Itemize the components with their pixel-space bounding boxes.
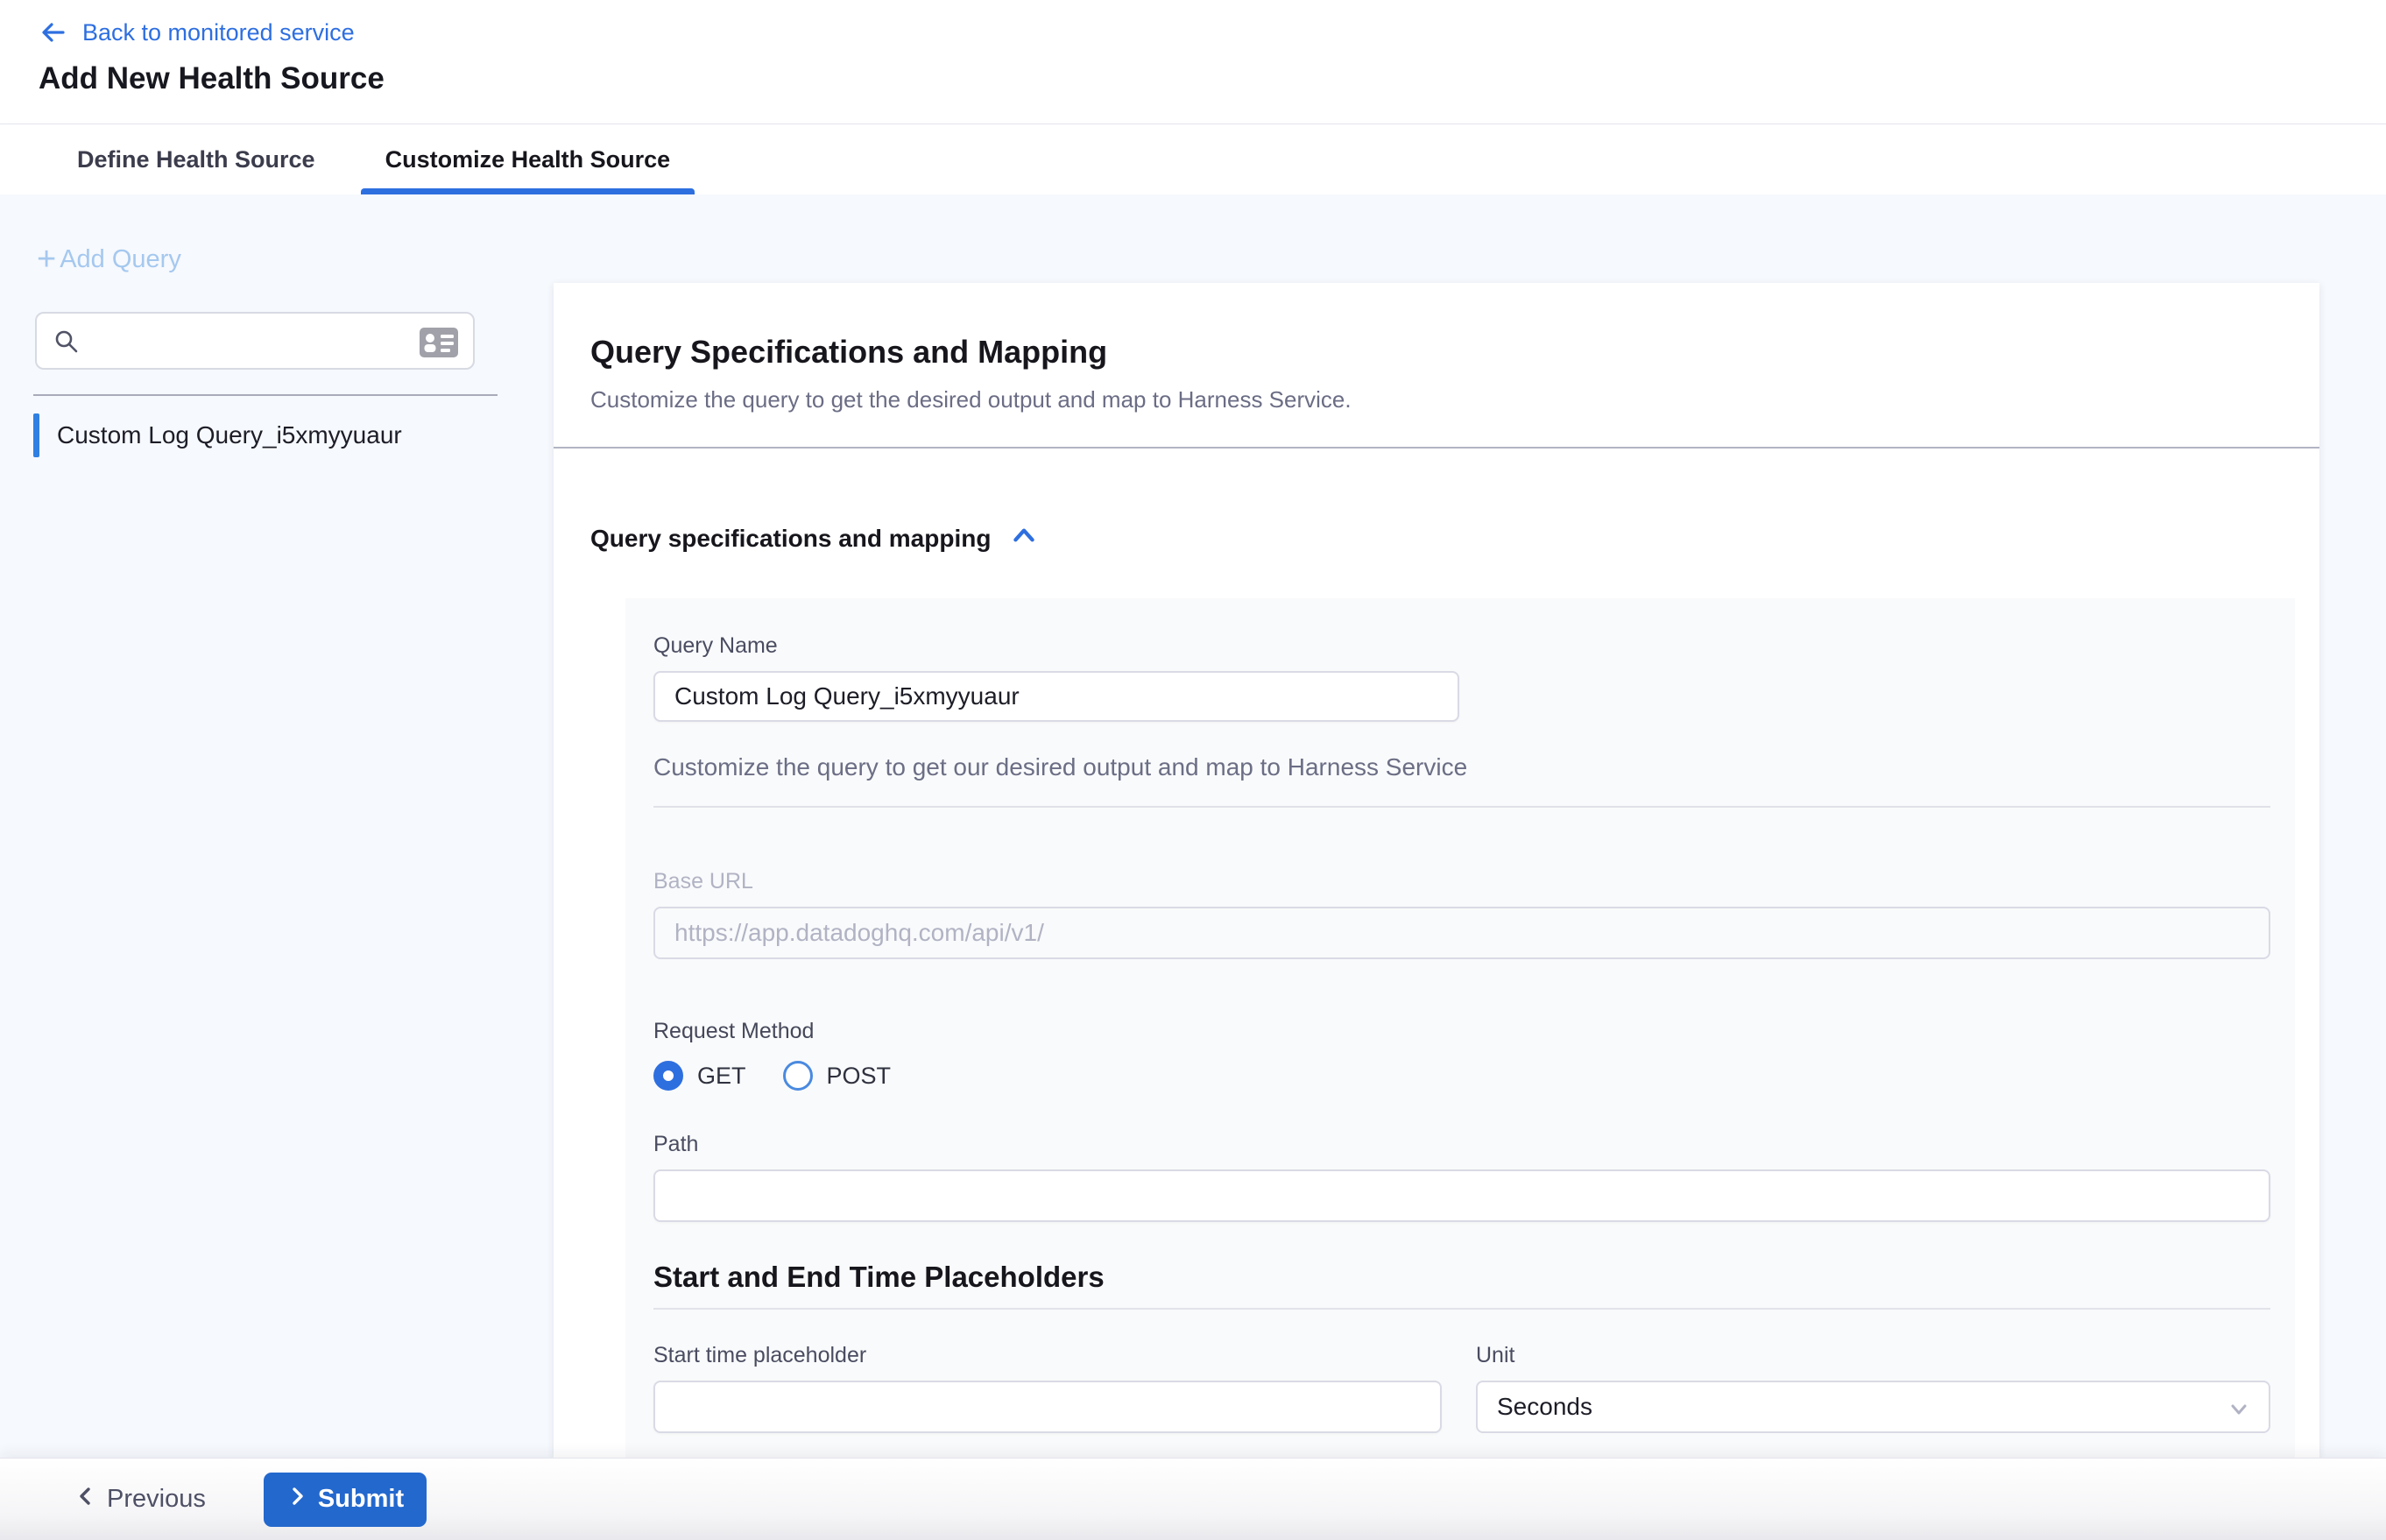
tab-label: Define Health Source [77, 146, 315, 173]
unit-field: Unit Seconds [1476, 1343, 2270, 1433]
path-input[interactable] [653, 1169, 2270, 1222]
back-link-label: Back to monitored service [82, 19, 355, 46]
collapse-section-button[interactable] [1010, 522, 1038, 555]
query-search-box [35, 312, 475, 370]
wizard-tabbar: Define Health Source Customize Health So… [0, 124, 2386, 194]
start-time-label: Start time placeholder [653, 1343, 1442, 1368]
chevron-down-icon [2227, 1397, 2251, 1428]
query-name-label: Query Name [653, 633, 2270, 659]
placeholders-heading: Start and End Time Placeholders [653, 1261, 2270, 1294]
tab-label: Customize Health Source [385, 146, 671, 173]
radio-option-post[interactable]: POST [783, 1061, 892, 1091]
placeholders-row: Start time placeholder Unit Seconds [653, 1343, 2270, 1433]
base-url-label: Base URL [653, 869, 2270, 894]
submit-button[interactable]: Submit [264, 1473, 427, 1527]
start-time-field: Start time placeholder [653, 1343, 1442, 1433]
radio-selected-icon [653, 1061, 683, 1091]
selected-indicator-bar [33, 413, 39, 457]
form-divider [653, 806, 2270, 808]
page-title: Add New Health Source [39, 61, 2386, 96]
tab-customize-health-source[interactable]: Customize Health Source [361, 124, 695, 194]
sidebar-divider [33, 394, 498, 396]
add-query-button[interactable]: + Add Query [37, 245, 181, 274]
chevron-up-icon [1010, 522, 1038, 555]
query-spec-card: Query Specifications and Mapping Customi… [554, 283, 2319, 1458]
section-heading-row: Query specifications and mapping [590, 522, 2319, 555]
unit-select[interactable]: Seconds [1476, 1381, 2270, 1433]
section-heading: Query specifications and mapping [590, 525, 991, 553]
radio-label: POST [827, 1063, 892, 1090]
request-method-label: Request Method [653, 1019, 2270, 1044]
request-method-radio-group: GET POST [653, 1056, 2270, 1095]
page-header: Back to monitored service Add New Health… [0, 0, 2386, 124]
base-url-input[interactable] [653, 907, 2270, 959]
start-time-input[interactable] [653, 1381, 1442, 1433]
query-name-helper: Customize the query to get our desired o… [653, 753, 2270, 781]
radio-label: GET [697, 1063, 746, 1090]
search-icon [53, 328, 81, 360]
card-title: Query Specifications and Mapping [590, 334, 2283, 371]
subsection-divider [653, 1308, 2270, 1310]
unit-select-value: Seconds [1497, 1393, 1592, 1421]
content-area: + Add Query Custom Log Query_i5xmyyuaur [0, 194, 2386, 1458]
query-list-item[interactable]: Custom Log Query_i5xmyyuaur [33, 410, 498, 461]
chevron-left-icon [75, 1485, 96, 1514]
previous-button[interactable]: Previous [75, 1485, 206, 1514]
wizard-footer: Previous Submit [0, 1458, 2386, 1540]
card-subtitle: Customize the query to get the desired o… [590, 386, 2283, 413]
previous-button-label: Previous [107, 1485, 206, 1514]
plus-icon: + [37, 247, 56, 272]
back-link[interactable]: Back to monitored service [39, 18, 2386, 47]
query-name-input[interactable] [653, 671, 1459, 722]
card-view-icon[interactable] [419, 327, 459, 363]
add-query-label: Add Query [60, 245, 181, 274]
card-header: Query Specifications and Mapping Customi… [554, 283, 2319, 449]
submit-button-label: Submit [318, 1485, 404, 1514]
query-item-label: Custom Log Query_i5xmyyuaur [57, 421, 402, 449]
query-search-input[interactable] [93, 314, 406, 368]
radio-option-get[interactable]: GET [653, 1061, 746, 1091]
radio-unselected-icon [783, 1061, 813, 1091]
query-form-panel: Query Name Customize the query to get ou… [625, 598, 2295, 1458]
arrow-left-icon [39, 18, 68, 47]
tab-define-health-source[interactable]: Define Health Source [53, 124, 340, 194]
unit-label: Unit [1476, 1343, 2270, 1368]
path-label: Path [653, 1132, 2270, 1157]
chevron-right-icon [286, 1485, 307, 1514]
